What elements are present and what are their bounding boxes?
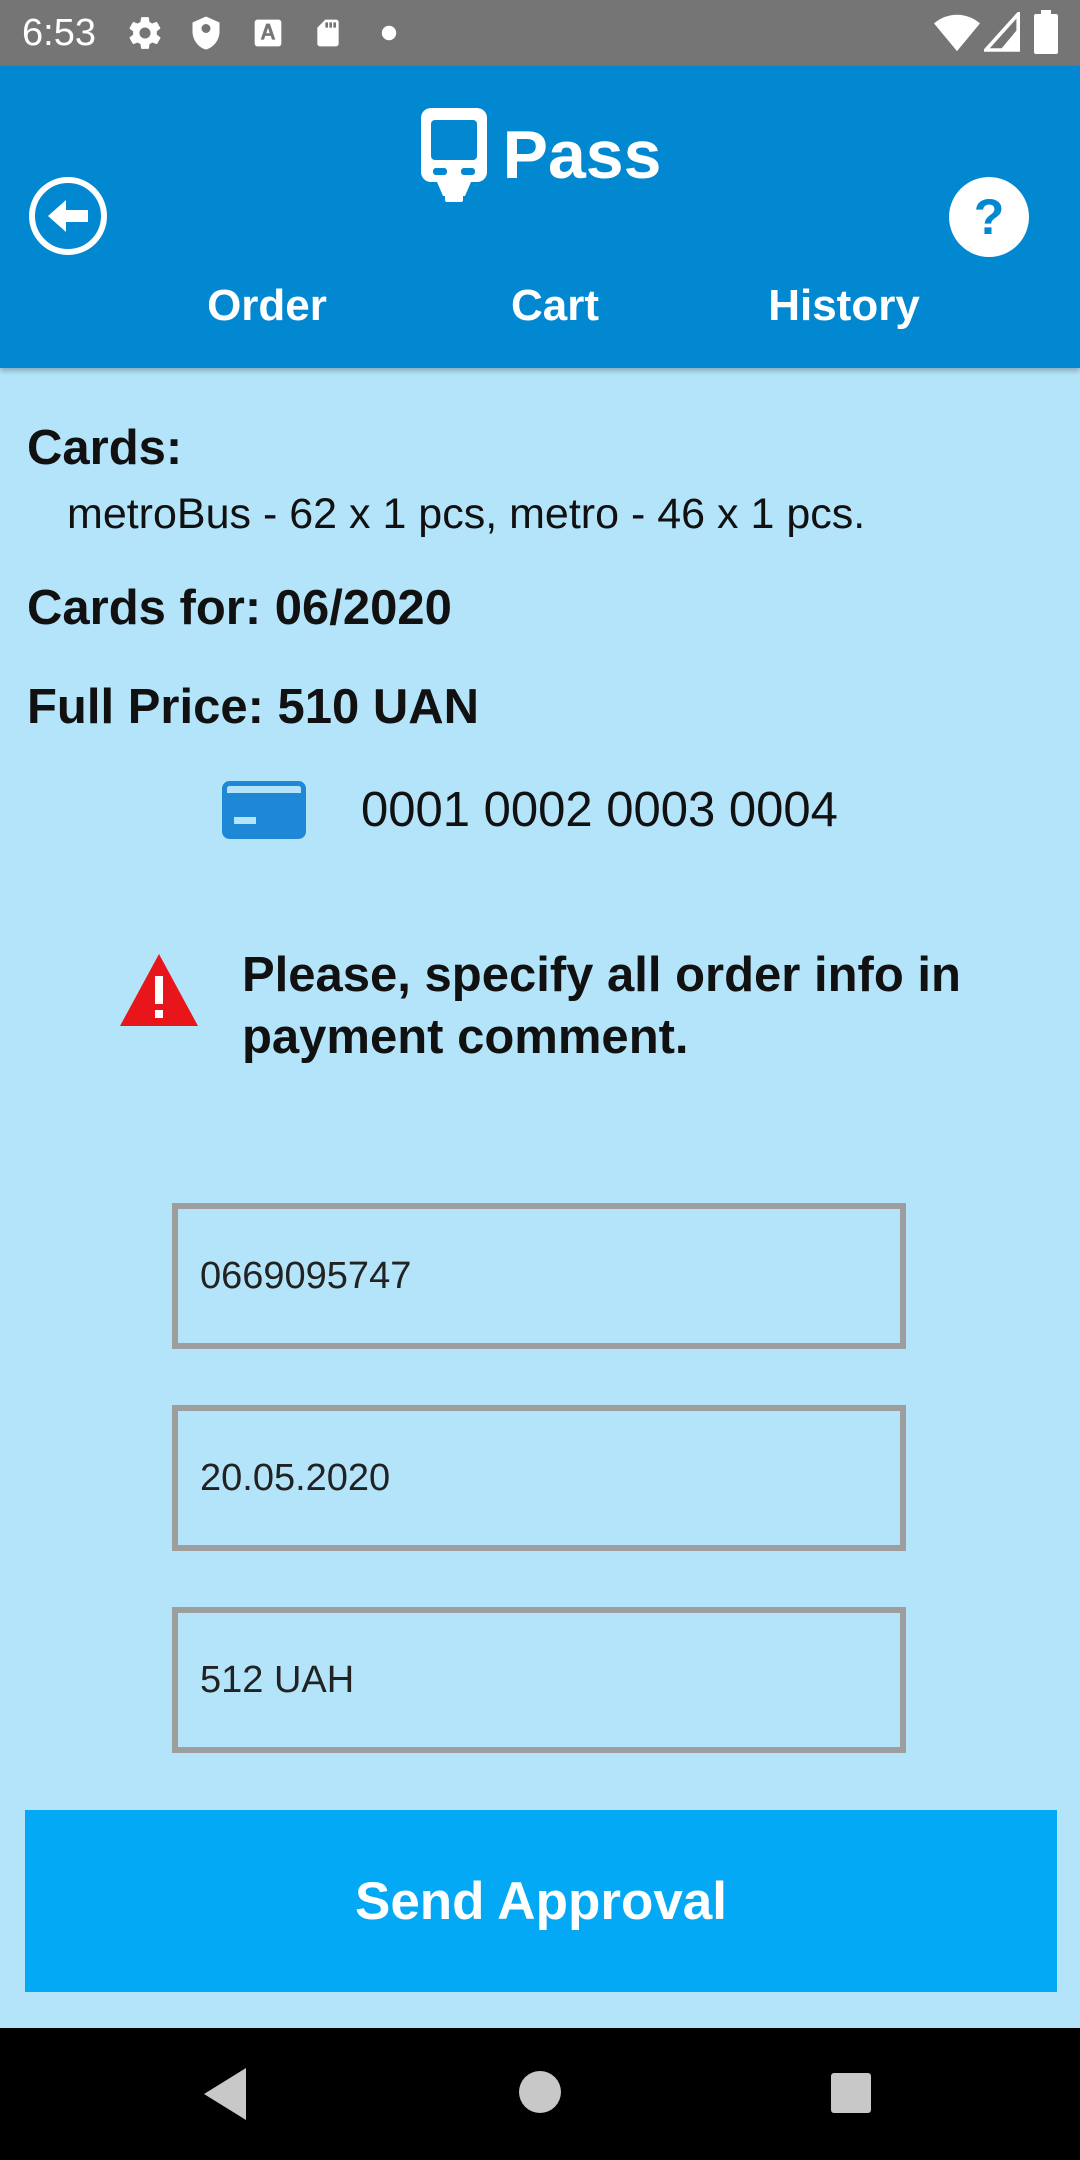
status-time: 6:53	[22, 12, 96, 54]
battery-icon	[1034, 10, 1058, 54]
app-title-text: Pass	[502, 117, 662, 193]
dot-icon	[381, 25, 397, 41]
back-arrow-circle-icon	[29, 177, 107, 255]
gear-icon	[129, 17, 161, 49]
send-approval-button[interactable]: Send Approval	[25, 1810, 1057, 1992]
a-letter-icon	[254, 19, 282, 47]
tab-cart[interactable]: Cart	[511, 278, 599, 334]
card-number: 0001 0002 0003 0004	[361, 783, 838, 837]
app-bar: Pass ? Order Cart History	[0, 66, 1080, 368]
credit-card-icon	[222, 781, 306, 839]
status-bar: 6:53	[0, 0, 1080, 66]
shield-icon	[192, 16, 220, 50]
app-title: Pass	[0, 106, 1080, 204]
warning-text: Please, specify all order info in paymen…	[242, 948, 961, 1064]
question-circle-icon: ?	[949, 177, 1029, 257]
back-button[interactable]	[28, 176, 108, 256]
nav-home-icon[interactable]	[518, 2070, 562, 2114]
amount-field[interactable]	[172, 1607, 906, 1753]
sd-card-icon	[317, 19, 339, 47]
full-price: Full Price: 510 UAN	[27, 680, 480, 734]
date-field[interactable]	[172, 1405, 906, 1551]
warning-triangle-icon	[120, 954, 198, 1026]
help-button[interactable]: ?	[948, 176, 1030, 258]
navigation-bar	[0, 2028, 1080, 2160]
bus-icon	[420, 108, 487, 202]
signal-icon	[984, 12, 1020, 52]
cards-for: Cards for: 06/2020	[27, 581, 452, 635]
wifi-icon	[934, 14, 980, 52]
svg-text:?: ?	[974, 189, 1005, 245]
warning-notice: Please, specify all order info in paymen…	[118, 944, 962, 1068]
tab-order[interactable]: Order	[207, 278, 327, 334]
tab-history[interactable]: History	[768, 278, 920, 334]
cards-list: metroBus - 62 x 1 pcs, metro - 46 x 1 pc…	[67, 490, 866, 538]
nav-back-icon[interactable]	[200, 2064, 250, 2124]
nav-recents-icon[interactable]	[830, 2072, 872, 2114]
phone-field[interactable]	[172, 1203, 906, 1349]
cards-heading: Cards:	[27, 421, 183, 475]
card-row: 0001 0002 0003 0004	[222, 780, 838, 840]
